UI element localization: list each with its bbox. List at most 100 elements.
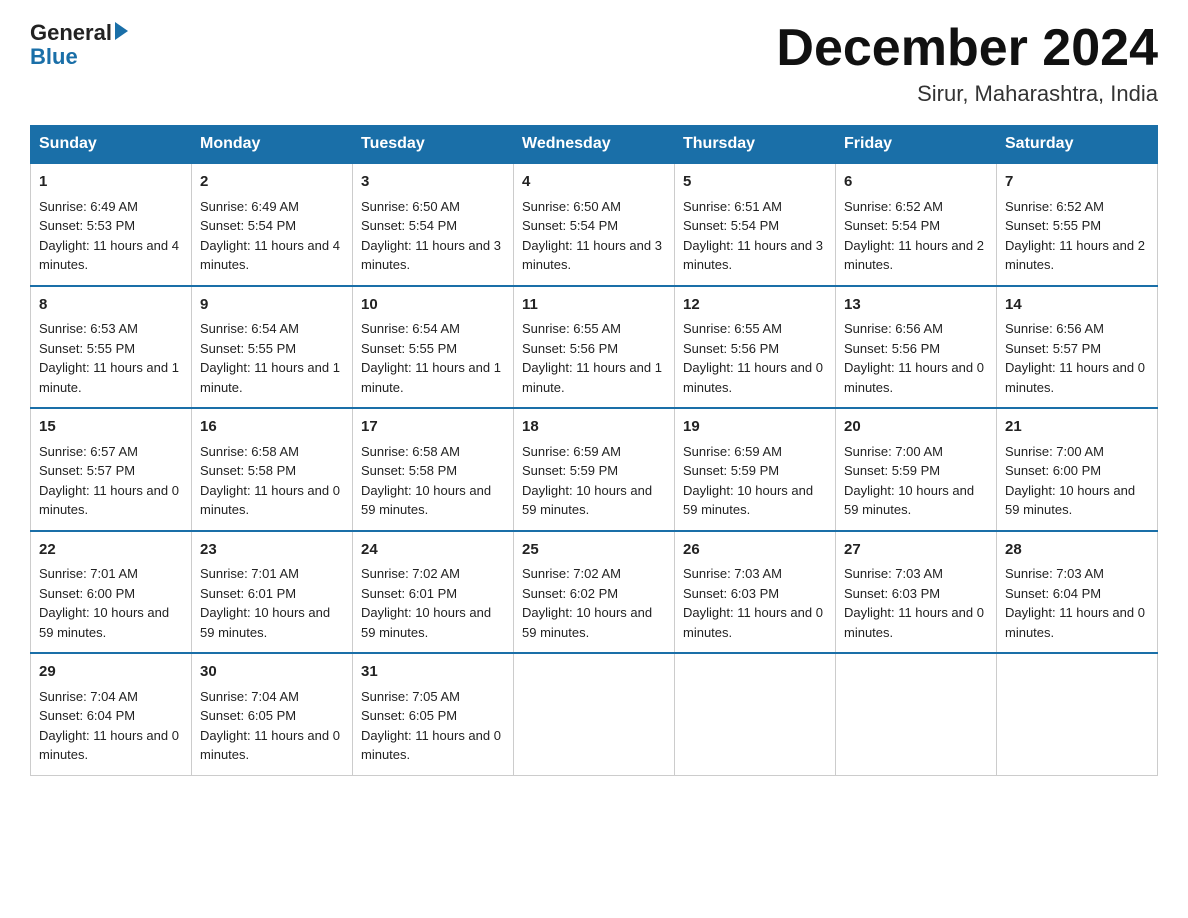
sunrise-info: Sunrise: 7:03 AM — [1005, 566, 1104, 581]
sunrise-info: Sunrise: 7:03 AM — [683, 566, 782, 581]
sunset-info: Sunset: 5:56 PM — [844, 341, 940, 356]
column-header-saturday: Saturday — [997, 126, 1158, 164]
sunset-info: Sunset: 5:59 PM — [522, 463, 618, 478]
calendar-cell: 4 Sunrise: 6:50 AM Sunset: 5:54 PM Dayli… — [514, 163, 675, 286]
day-number: 26 — [683, 539, 827, 562]
daylight-info: Daylight: 11 hours and 0 minutes. — [39, 728, 179, 763]
calendar-cell: 20 Sunrise: 7:00 AM Sunset: 5:59 PM Dayl… — [836, 408, 997, 531]
day-number: 14 — [1005, 294, 1149, 317]
sunrise-info: Sunrise: 6:50 AM — [361, 199, 460, 214]
sunrise-info: Sunrise: 7:02 AM — [361, 566, 460, 581]
calendar-cell: 10 Sunrise: 6:54 AM Sunset: 5:55 PM Dayl… — [353, 286, 514, 409]
calendar-cell: 22 Sunrise: 7:01 AM Sunset: 6:00 PM Dayl… — [31, 531, 192, 654]
daylight-info: Daylight: 11 hours and 0 minutes. — [200, 728, 340, 763]
sunset-info: Sunset: 5:54 PM — [522, 218, 618, 233]
daylight-info: Daylight: 10 hours and 59 minutes. — [361, 483, 491, 518]
calendar-cell: 5 Sunrise: 6:51 AM Sunset: 5:54 PM Dayli… — [675, 163, 836, 286]
column-header-monday: Monday — [192, 126, 353, 164]
sunrise-info: Sunrise: 6:49 AM — [200, 199, 299, 214]
calendar-cell: 31 Sunrise: 7:05 AM Sunset: 6:05 PM Dayl… — [353, 653, 514, 775]
calendar-cell: 21 Sunrise: 7:00 AM Sunset: 6:00 PM Dayl… — [997, 408, 1158, 531]
daylight-info: Daylight: 10 hours and 59 minutes. — [522, 483, 652, 518]
daylight-info: Daylight: 10 hours and 59 minutes. — [200, 605, 330, 640]
calendar-cell — [836, 653, 997, 775]
day-number: 10 — [361, 294, 505, 317]
daylight-info: Daylight: 11 hours and 0 minutes. — [200, 483, 340, 518]
sunrise-info: Sunrise: 7:03 AM — [844, 566, 943, 581]
column-header-wednesday: Wednesday — [514, 126, 675, 164]
sunrise-info: Sunrise: 6:54 AM — [200, 321, 299, 336]
sunset-info: Sunset: 6:02 PM — [522, 586, 618, 601]
daylight-info: Daylight: 11 hours and 3 minutes. — [683, 238, 823, 273]
sunrise-info: Sunrise: 7:01 AM — [200, 566, 299, 581]
daylight-info: Daylight: 10 hours and 59 minutes. — [361, 605, 491, 640]
day-number: 24 — [361, 539, 505, 562]
column-header-tuesday: Tuesday — [353, 126, 514, 164]
day-number: 19 — [683, 416, 827, 439]
column-header-friday: Friday — [836, 126, 997, 164]
sunrise-info: Sunrise: 6:54 AM — [361, 321, 460, 336]
calendar-cell: 18 Sunrise: 6:59 AM Sunset: 5:59 PM Dayl… — [514, 408, 675, 531]
calendar-week-row: 8 Sunrise: 6:53 AM Sunset: 5:55 PM Dayli… — [31, 286, 1158, 409]
daylight-info: Daylight: 11 hours and 0 minutes. — [683, 360, 823, 395]
sunset-info: Sunset: 5:54 PM — [361, 218, 457, 233]
day-number: 30 — [200, 661, 344, 684]
calendar-cell: 3 Sunrise: 6:50 AM Sunset: 5:54 PM Dayli… — [353, 163, 514, 286]
sunrise-info: Sunrise: 7:01 AM — [39, 566, 138, 581]
sunrise-info: Sunrise: 6:53 AM — [39, 321, 138, 336]
daylight-info: Daylight: 11 hours and 0 minutes. — [39, 483, 179, 518]
day-number: 16 — [200, 416, 344, 439]
sunset-info: Sunset: 6:03 PM — [844, 586, 940, 601]
logo-general-text: General — [30, 20, 112, 46]
logo-blue-text: Blue — [30, 44, 128, 70]
day-number: 7 — [1005, 171, 1149, 194]
sunrise-info: Sunrise: 6:58 AM — [361, 444, 460, 459]
daylight-info: Daylight: 11 hours and 2 minutes. — [1005, 238, 1145, 273]
daylight-info: Daylight: 11 hours and 1 minute. — [522, 360, 662, 395]
calendar-cell: 25 Sunrise: 7:02 AM Sunset: 6:02 PM Dayl… — [514, 531, 675, 654]
sunset-info: Sunset: 5:55 PM — [1005, 218, 1101, 233]
sunset-info: Sunset: 6:04 PM — [1005, 586, 1101, 601]
daylight-info: Daylight: 10 hours and 59 minutes. — [683, 483, 813, 518]
day-number: 12 — [683, 294, 827, 317]
sunset-info: Sunset: 5:57 PM — [1005, 341, 1101, 356]
daylight-info: Daylight: 11 hours and 0 minutes. — [1005, 360, 1145, 395]
sunrise-info: Sunrise: 6:59 AM — [522, 444, 621, 459]
day-number: 31 — [361, 661, 505, 684]
calendar-cell: 6 Sunrise: 6:52 AM Sunset: 5:54 PM Dayli… — [836, 163, 997, 286]
daylight-info: Daylight: 11 hours and 0 minutes. — [844, 360, 984, 395]
daylight-info: Daylight: 11 hours and 2 minutes. — [844, 238, 984, 273]
sunrise-info: Sunrise: 6:55 AM — [522, 321, 621, 336]
sunset-info: Sunset: 5:58 PM — [200, 463, 296, 478]
day-number: 6 — [844, 171, 988, 194]
sunrise-info: Sunrise: 7:00 AM — [844, 444, 943, 459]
calendar-cell: 23 Sunrise: 7:01 AM Sunset: 6:01 PM Dayl… — [192, 531, 353, 654]
day-number: 20 — [844, 416, 988, 439]
logo: General Blue — [30, 20, 128, 70]
sunrise-info: Sunrise: 6:56 AM — [844, 321, 943, 336]
sunset-info: Sunset: 5:55 PM — [39, 341, 135, 356]
location-subtitle: Sirur, Maharashtra, India — [776, 81, 1158, 107]
sunset-info: Sunset: 5:56 PM — [683, 341, 779, 356]
sunrise-info: Sunrise: 6:49 AM — [39, 199, 138, 214]
day-number: 4 — [522, 171, 666, 194]
sunset-info: Sunset: 6:05 PM — [200, 708, 296, 723]
month-title: December 2024 — [776, 20, 1158, 77]
sunrise-info: Sunrise: 6:52 AM — [844, 199, 943, 214]
calendar-cell: 9 Sunrise: 6:54 AM Sunset: 5:55 PM Dayli… — [192, 286, 353, 409]
calendar-week-row: 29 Sunrise: 7:04 AM Sunset: 6:04 PM Dayl… — [31, 653, 1158, 775]
day-number: 21 — [1005, 416, 1149, 439]
sunrise-info: Sunrise: 6:57 AM — [39, 444, 138, 459]
calendar-cell: 14 Sunrise: 6:56 AM Sunset: 5:57 PM Dayl… — [997, 286, 1158, 409]
sunrise-info: Sunrise: 6:51 AM — [683, 199, 782, 214]
daylight-info: Daylight: 11 hours and 0 minutes. — [683, 605, 823, 640]
calendar-week-row: 15 Sunrise: 6:57 AM Sunset: 5:57 PM Dayl… — [31, 408, 1158, 531]
sunset-info: Sunset: 6:00 PM — [39, 586, 135, 601]
calendar-cell: 29 Sunrise: 7:04 AM Sunset: 6:04 PM Dayl… — [31, 653, 192, 775]
calendar-cell: 28 Sunrise: 7:03 AM Sunset: 6:04 PM Dayl… — [997, 531, 1158, 654]
day-number: 2 — [200, 171, 344, 194]
daylight-info: Daylight: 11 hours and 0 minutes. — [1005, 605, 1145, 640]
daylight-info: Daylight: 11 hours and 0 minutes. — [361, 728, 501, 763]
calendar-week-row: 1 Sunrise: 6:49 AM Sunset: 5:53 PM Dayli… — [31, 163, 1158, 286]
calendar-cell: 17 Sunrise: 6:58 AM Sunset: 5:58 PM Dayl… — [353, 408, 514, 531]
